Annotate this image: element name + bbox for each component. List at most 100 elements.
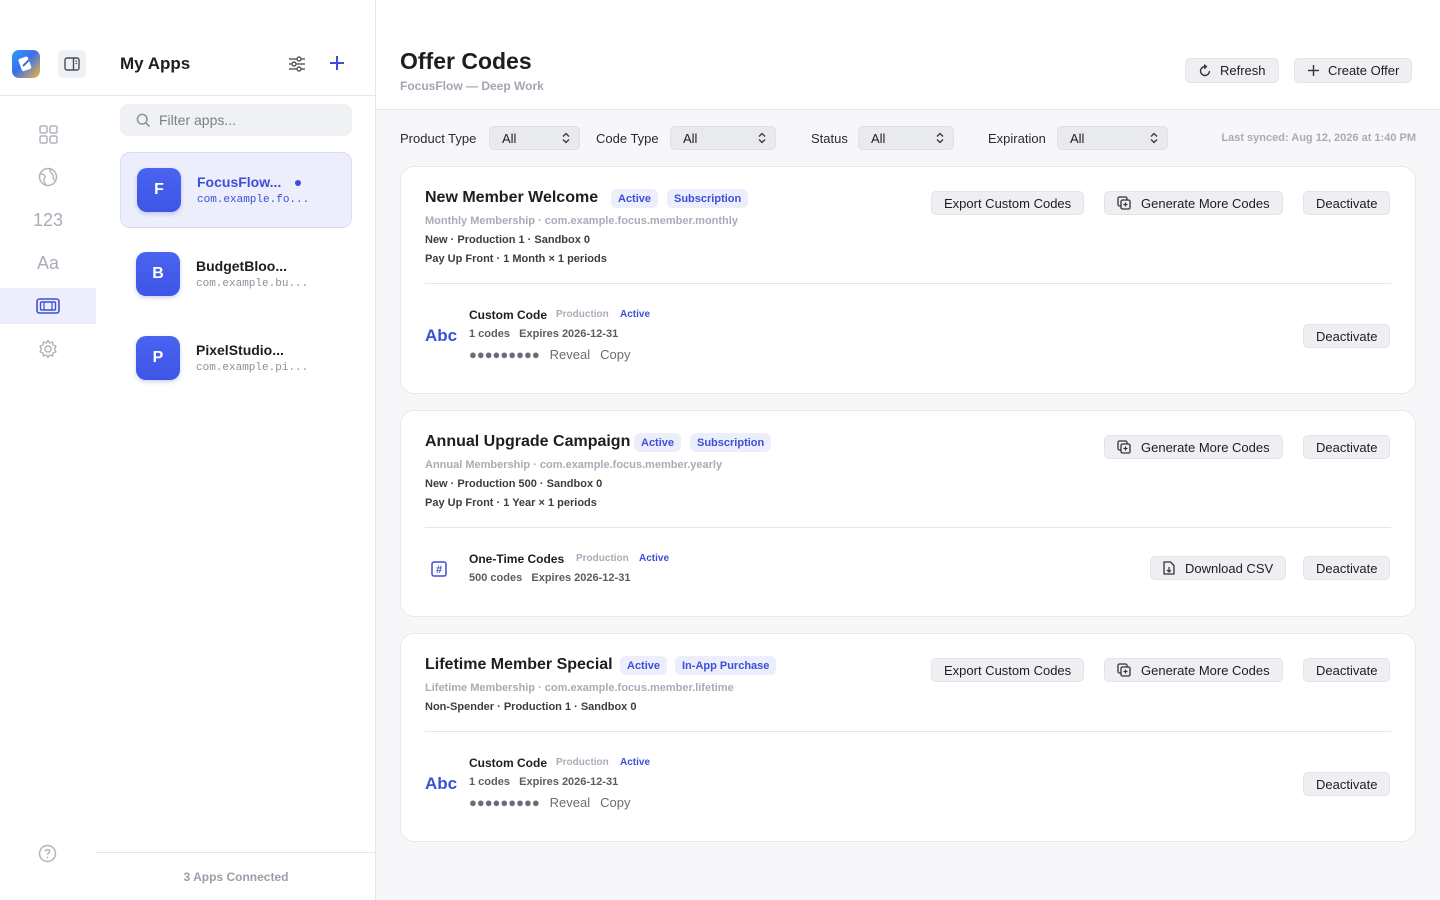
offer-product: Annual Membership · com.example.focus.me… [425, 459, 723, 471]
create-offer-label: Create Offer [1328, 63, 1400, 78]
numbers-label: 123 [32, 209, 64, 230]
export-label: Export Custom Codes [944, 195, 1072, 211]
nav-settings[interactable] [0, 331, 96, 367]
generate-more-codes-button[interactable]: Generate More Codes [1104, 191, 1283, 215]
nav-grid[interactable] [0, 116, 96, 152]
offer-terms: Pay Up Front · 1 Year × 1 periods [425, 497, 597, 509]
code-type-select[interactable]: All [670, 126, 776, 150]
divider [425, 731, 1391, 732]
chevron-updown-icon [1150, 132, 1158, 144]
app-name: PixelStudio... [196, 342, 284, 358]
type-badge: Subscription [667, 189, 749, 208]
offer-terms: Pay Up Front · 1 Month × 1 periods [425, 253, 607, 265]
offer-card: Annual Upgrade Campaign Active Subscript… [400, 410, 1416, 617]
app-bundle-id: com.example.fo... [197, 194, 310, 206]
nav-numbers[interactable]: 123 [0, 202, 96, 238]
typography-label: Aa [36, 252, 60, 273]
generate-more-codes-button[interactable]: Generate More Codes [1104, 435, 1283, 459]
duplicate-icon [1117, 440, 1131, 454]
code-env: Production [576, 553, 629, 564]
code-status: Active [620, 309, 651, 320]
offer-card: New Member Welcome Active Subscription M… [400, 166, 1416, 394]
status-select[interactable]: All [858, 126, 954, 150]
gear-icon [39, 339, 57, 359]
code-status: Active [620, 757, 651, 768]
nav-rail: 123 Aa [0, 0, 96, 900]
generate-label: Generate More Codes [1141, 195, 1270, 211]
code-expires: Expires 2026-12-31 [519, 776, 619, 788]
expiration-label: Expiration [988, 131, 1046, 146]
code-count: 500 codes [469, 572, 523, 584]
app-name: FocusFlow... [197, 174, 282, 190]
search-icon [136, 113, 151, 127]
nav-globe[interactable] [0, 159, 96, 195]
refresh-button[interactable]: Refresh [1185, 58, 1279, 83]
type-badge: In-App Purchase [675, 656, 777, 675]
product-type-select[interactable]: All [489, 126, 580, 150]
duplicate-icon [1117, 196, 1131, 210]
export-custom-codes-button[interactable]: Export Custom Codes [931, 658, 1085, 682]
apps-connected-count: 3 Apps Connected [96, 852, 376, 900]
app-avatar: F [137, 168, 181, 212]
rail-header [0, 0, 96, 96]
export-custom-codes-button[interactable]: Export Custom Codes [931, 191, 1085, 215]
product-type-value: All [502, 130, 517, 146]
deactivate-label: Deactivate [1316, 328, 1378, 344]
plus-icon [1308, 65, 1319, 76]
chevron-updown-icon [936, 132, 944, 144]
sliders-icon [289, 56, 305, 72]
nav-offer-codes[interactable] [0, 288, 96, 324]
filter-settings-button[interactable] [288, 56, 306, 77]
export-label: Export Custom Codes [944, 662, 1072, 678]
deactivate-offer-button[interactable]: Deactivate [1303, 658, 1391, 682]
code-env: Production [556, 757, 609, 768]
app-item-pixelstudio[interactable]: P PixelStudio... com.example.pi... [120, 320, 352, 396]
generate-more-codes-button[interactable]: Generate More Codes [1104, 658, 1283, 682]
deactivate-code-button[interactable]: Deactivate [1303, 324, 1391, 348]
refresh-label: Refresh [1220, 63, 1266, 78]
chevron-updown-icon [562, 132, 570, 144]
hash-glyph: # [436, 564, 442, 576]
filter-apps-input[interactable] [159, 112, 339, 128]
code-secret: ●●●●●●●●● Reveal Copy [469, 795, 631, 810]
code-status: Active [639, 553, 670, 564]
deactivate-label: Deactivate [1316, 560, 1378, 576]
status-label: Status [811, 131, 848, 146]
status-badge: Active [611, 189, 659, 208]
divider [425, 283, 1391, 284]
abc-icon: Abc [425, 774, 458, 793]
globe-icon [38, 167, 58, 187]
deactivate-code-button[interactable]: Deactivate [1303, 556, 1391, 580]
code-count: 1 codes [469, 328, 510, 340]
generate-label: Generate More Codes [1141, 439, 1270, 455]
app-item-focusflow[interactable]: F FocusFlow... com.example.fo... [120, 152, 352, 228]
code-env: Production [556, 309, 609, 320]
copy-button[interactable]: Copy [600, 347, 630, 362]
document-icon [1163, 561, 1175, 575]
expiration-select[interactable]: All [1057, 126, 1168, 150]
reveal-button[interactable]: Reveal [550, 795, 590, 810]
nav-typography[interactable]: Aa [0, 245, 96, 281]
help-button[interactable] [38, 844, 57, 868]
filter-apps-field[interactable] [120, 104, 352, 136]
code-type-value: All [683, 130, 698, 146]
reveal-button[interactable]: Reveal [550, 347, 590, 362]
code-title: Custom Code [469, 756, 547, 770]
deactivate-offer-button[interactable]: Deactivate [1303, 191, 1391, 215]
deactivate-code-button[interactable]: Deactivate [1303, 772, 1391, 796]
app-name: BudgetBloo... [196, 258, 287, 274]
download-csv-button[interactable]: Download CSV [1150, 556, 1287, 580]
sidebar-toggle-icon[interactable] [58, 50, 86, 78]
app-meta: PixelStudio... com.example.pi... [196, 342, 308, 374]
app-avatar: P [136, 336, 180, 380]
add-app-button[interactable] [328, 54, 346, 77]
copy-button[interactable]: Copy [600, 795, 630, 810]
code-meta: 500 codes Expires 2026-12-31 [469, 572, 630, 584]
status-badge: Active [620, 656, 668, 675]
create-offer-button[interactable]: Create Offer [1294, 58, 1413, 83]
deactivate-offer-button[interactable]: Deactivate [1303, 435, 1391, 459]
download-label: Download CSV [1185, 560, 1274, 576]
deactivate-label: Deactivate [1316, 662, 1378, 678]
code-meta: 1 codes Expires 2026-12-31 [469, 328, 618, 340]
app-item-budgetbloom[interactable]: B BudgetBloo... com.example.bu... [120, 236, 352, 312]
